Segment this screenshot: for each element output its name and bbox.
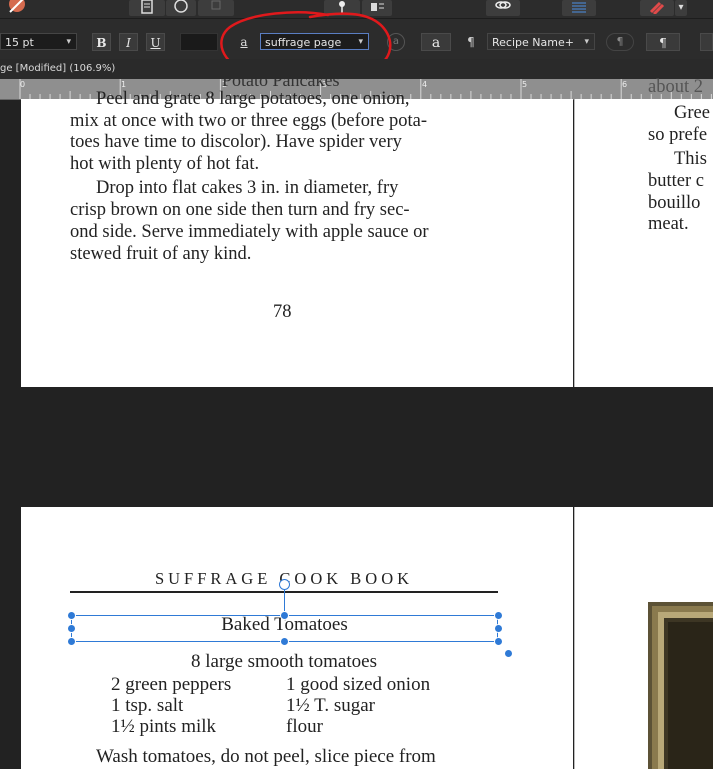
- resize-handle[interactable]: [67, 611, 76, 620]
- link-icon[interactable]: [486, 0, 520, 16]
- ruler-label-4: 4: [422, 80, 428, 89]
- body-line: meat.: [648, 214, 689, 234]
- bold-button[interactable]: B: [92, 33, 111, 51]
- page-number: 78: [273, 302, 292, 322]
- ingredient-line: 1 good sized onion: [286, 674, 431, 695]
- ingredient-line: 2 green peppers: [111, 674, 232, 695]
- resize-handle[interactable]: [494, 637, 503, 646]
- body-line: bouillo: [648, 193, 701, 213]
- body-line: butter c: [648, 171, 704, 191]
- ingredient-line: 1½ T. sugar: [286, 695, 376, 716]
- baseline-grid-icon[interactable]: [562, 0, 596, 16]
- rotation-handle[interactable]: [279, 579, 290, 590]
- paragraph-style-dropdown[interactable]: Recipe Name+: [487, 33, 595, 51]
- resize-handle[interactable]: [67, 637, 76, 646]
- resize-handle[interactable]: [280, 637, 289, 646]
- ruler-label-5: 5: [522, 80, 528, 89]
- body-line: hot with plenty of hot fat.: [70, 154, 260, 174]
- reset-paragraph-style-button[interactable]: ¶: [606, 33, 634, 51]
- body-line: Gree: [674, 103, 710, 123]
- ingredient-line: 8 large smooth tomatoes: [191, 651, 377, 672]
- body-line: crisp brown on one side then turn and fr…: [70, 200, 410, 220]
- ruler-label-6: 6: [622, 80, 628, 89]
- page-icon[interactable]: [129, 0, 165, 16]
- body-line: This: [674, 149, 707, 169]
- overflow-icon[interactable]: [694, 0, 713, 16]
- italic-button[interactable]: I: [119, 33, 138, 51]
- frame-icon[interactable]: [166, 0, 196, 16]
- apply-paragraph-style-button[interactable]: ¶: [646, 33, 680, 51]
- ruler-label-0: 0: [20, 80, 26, 89]
- body-line: ond side. Serve immediately with apple s…: [70, 222, 429, 242]
- resize-handle[interactable]: [494, 624, 503, 633]
- underline-button[interactable]: U: [146, 33, 165, 51]
- document-tab[interactable]: ge [Modified] (106.9%): [0, 59, 713, 79]
- body-line: Peel and grate 8 large potatoes, one oni…: [96, 89, 410, 109]
- picture-frame-image[interactable]: [648, 602, 713, 769]
- body-line: stewed fruit of any kind.: [70, 244, 252, 264]
- method-line: Wash tomatoes, do not peel, slice piece …: [96, 746, 436, 767]
- text-align-icon[interactable]: [700, 33, 713, 51]
- snapping-magnet-icon[interactable]: [640, 0, 674, 16]
- ingredient-line: 1½ pints milk: [111, 716, 217, 737]
- resize-handle[interactable]: [494, 611, 503, 620]
- body-line: mix at once with two or three eggs (befo…: [70, 111, 428, 131]
- apply-character-style-button[interactable]: a: [421, 33, 451, 51]
- text-flow-handle[interactable]: [504, 649, 513, 658]
- brush-icon[interactable]: [4, 0, 30, 16]
- snapping-dropdown-icon[interactable]: ▾: [675, 0, 687, 16]
- body-line: toes have time to discolor). Have spider…: [70, 132, 402, 152]
- resize-handle[interactable]: [67, 624, 76, 633]
- resize-handle[interactable]: [280, 611, 289, 620]
- body-line: about 2: [648, 77, 703, 97]
- body-line: so prefe: [648, 125, 708, 145]
- ingredient-line: flour: [286, 716, 323, 737]
- font-size-field[interactable]: 15 pt: [0, 33, 77, 51]
- ingredient-line: 1 tsp. salt: [111, 695, 184, 716]
- paragraph-style-icon: ¶: [467, 35, 475, 49]
- body-line: Drop into flat cakes 3 in. in diameter, …: [96, 178, 399, 198]
